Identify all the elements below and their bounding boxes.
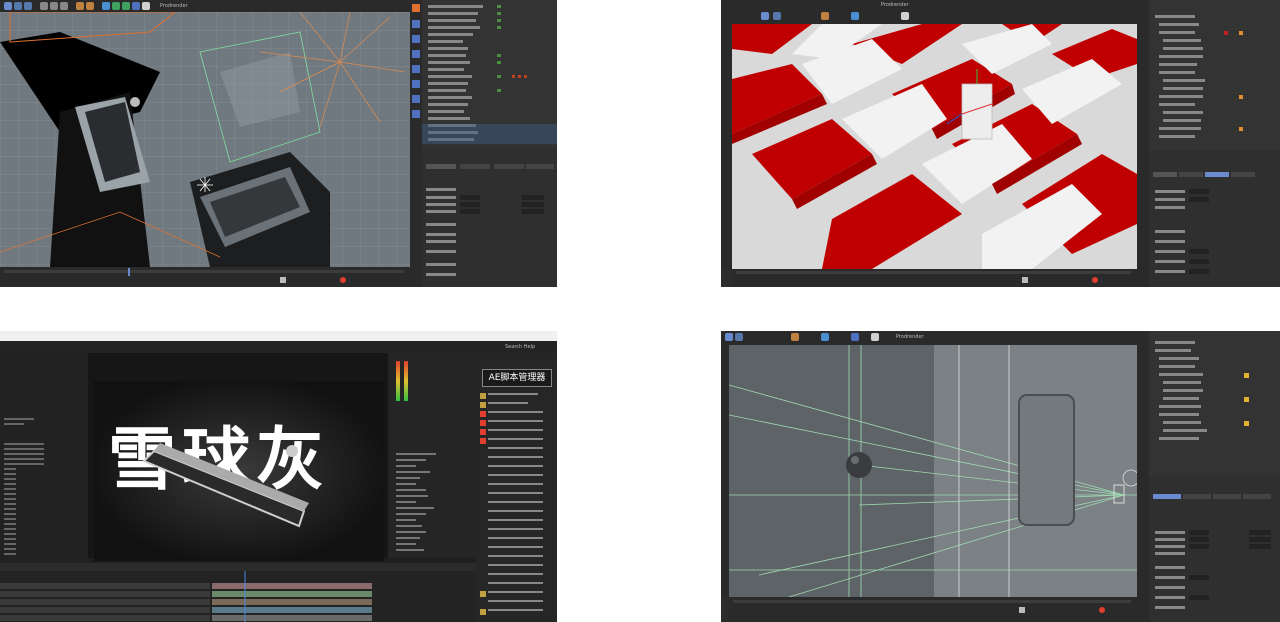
composition-viewer[interactable]: 雪球灰 — [88, 353, 388, 561]
object-manager[interactable] — [1149, 331, 1280, 476]
timeline-layers — [0, 571, 372, 622]
right-tool-strip — [1137, 0, 1149, 287]
object-list — [1155, 15, 1243, 138]
effects-list — [396, 453, 436, 551]
cube-icon[interactable] — [102, 2, 110, 10]
cube-icon[interactable] — [851, 12, 859, 20]
play-icon[interactable] — [1022, 277, 1028, 283]
keyframe-icon[interactable] — [1099, 607, 1105, 613]
scale-icon[interactable] — [14, 2, 22, 10]
timeline[interactable] — [0, 267, 410, 287]
viewport[interactable] — [729, 345, 1137, 597]
left-tool-strip — [721, 345, 729, 597]
ae-timeline[interactable] — [0, 563, 476, 622]
phone-render — [142, 443, 309, 528]
script-manager-title: AE脚本管理器 — [482, 369, 552, 387]
project-panel[interactable] — [0, 353, 88, 583]
play-icon[interactable] — [1019, 607, 1025, 613]
cube-icon[interactable] — [821, 333, 829, 341]
left-tool-strip — [721, 24, 732, 269]
play-icon[interactable] — [280, 277, 286, 283]
menu-prodrender[interactable]: Prodrender — [896, 334, 924, 340]
screenshot-c4d-red-white-keys: Prodrender — [721, 0, 1280, 287]
camera-scene — [729, 345, 1137, 597]
camera-icon[interactable] — [132, 2, 140, 10]
render-icon[interactable] — [821, 12, 829, 20]
script-list — [480, 393, 543, 615]
viewport[interactable] — [732, 24, 1137, 269]
spline-icon[interactable] — [112, 2, 120, 10]
screenshot-c4d-camera-view: Prodrender — [721, 331, 1280, 622]
project-items — [4, 418, 44, 555]
attribute-manager[interactable] — [422, 148, 557, 287]
render-settings-icon[interactable] — [86, 2, 94, 10]
light-icon[interactable] — [871, 333, 879, 341]
object-manager[interactable] — [1149, 0, 1280, 150]
object-list — [422, 5, 557, 144]
rotate-icon[interactable] — [24, 2, 32, 10]
axis-y-icon[interactable] — [50, 2, 58, 10]
attribute-manager[interactable] — [1149, 150, 1280, 287]
script-manager-panel[interactable]: AE脚本管理器 — [476, 353, 557, 622]
move-icon[interactable] — [4, 2, 12, 10]
timeline[interactable] — [732, 269, 1137, 287]
light-icon[interactable] — [142, 2, 150, 10]
render-icon[interactable] — [76, 2, 84, 10]
keyframe-icon[interactable] — [1092, 277, 1098, 283]
menu-prodrender[interactable]: Prodrender — [160, 3, 188, 9]
light-icon[interactable] — [901, 12, 909, 20]
deformer-icon[interactable] — [122, 2, 130, 10]
playhead[interactable] — [128, 268, 130, 276]
left-tool-strip — [410, 0, 422, 287]
camera-icon[interactable] — [851, 333, 859, 341]
menu-prodrender[interactable]: Prodrender — [881, 2, 909, 8]
viewport[interactable] — [0, 12, 410, 267]
search-help[interactable]: Search Help — [505, 344, 535, 350]
render-icon[interactable] — [791, 333, 799, 341]
move-icon[interactable] — [761, 12, 769, 20]
keyframe-icon[interactable] — [340, 277, 346, 283]
right-tool-strip — [1137, 331, 1149, 622]
axis-x-icon[interactable] — [40, 2, 48, 10]
screenshot-c4d-light-rig: Prodrender — [0, 0, 557, 287]
composition-frame: 雪球灰 — [94, 381, 384, 561]
axis-z-icon[interactable] — [60, 2, 68, 10]
move-icon[interactable] — [725, 333, 733, 341]
attribute-manager[interactable] — [1149, 476, 1280, 622]
audio-panel — [388, 353, 476, 413]
attribute-fields — [1153, 172, 1255, 274]
script-manager-title-text: AE脚本管理器 — [488, 373, 546, 383]
object-list — [1155, 341, 1249, 440]
object-manager[interactable] — [422, 0, 557, 148]
viewport-scene — [0, 12, 410, 267]
screenshot-after-effects: Search Help 雪球灰 AE脚本管理器 — [0, 331, 557, 622]
scale-icon[interactable] — [735, 333, 743, 341]
attribute-fields — [426, 164, 554, 276]
keycap-scene — [732, 24, 1137, 269]
ae-menubar — [0, 331, 557, 341]
effects-presets-panel[interactable] — [388, 413, 476, 558]
attribute-fields — [1153, 494, 1271, 609]
scale-icon[interactable] — [773, 12, 781, 20]
timeline[interactable] — [729, 597, 1137, 622]
ae-toolbar: Search Help — [0, 341, 557, 353]
